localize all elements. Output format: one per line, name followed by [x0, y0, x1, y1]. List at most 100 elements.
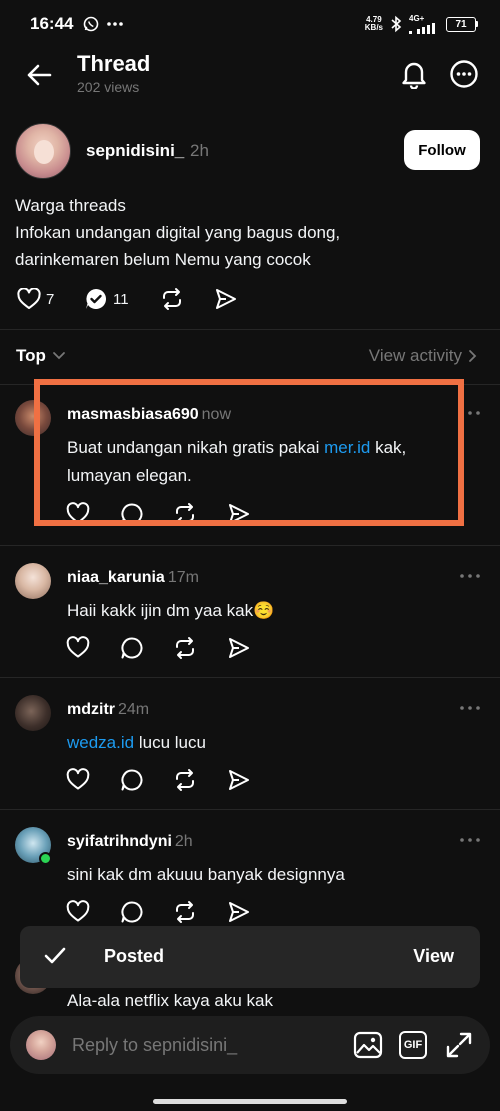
reply-actions: [66, 636, 266, 660]
more-options-button[interactable]: [447, 57, 481, 91]
image-icon: [353, 1031, 383, 1059]
view-activity-label: View activity: [368, 346, 462, 365]
divider: [0, 809, 500, 810]
battery-icon: 71: [446, 16, 478, 32]
divider: [0, 677, 500, 678]
more-notifications-icon: [107, 22, 124, 26]
reply-composer: GIF: [10, 1016, 490, 1074]
repost-icon[interactable]: [173, 636, 197, 660]
post-actions: 7 11: [15, 286, 485, 312]
online-status-dot: [39, 852, 52, 865]
gif-icon: GIF: [399, 1031, 427, 1059]
reply-username[interactable]: syifatrihndyni: [67, 833, 172, 850]
post-text-line: darinkemaren belum Nemu yang cocok: [15, 250, 311, 269]
post-text-line: Infokan undangan digital yang bagus dong…: [15, 223, 341, 242]
comment-icon[interactable]: [120, 900, 144, 924]
status-notification-icons: [83, 16, 124, 32]
view-count: 202 views: [77, 79, 140, 95]
post-time: 2h: [190, 141, 209, 160]
sort-label: Top: [16, 346, 46, 365]
network-type: 4G+: [409, 13, 425, 23]
chevron-right-icon: [469, 350, 477, 362]
checkmark-icon: [44, 947, 66, 964]
reply-more-button[interactable]: [458, 699, 482, 717]
sort-dropdown[interactable]: Top: [16, 346, 66, 366]
status-right: 4.79 KB/s 4G+ 71: [365, 13, 478, 34]
status-bar: 16:44 4.79 KB/s 4G+ 71: [0, 0, 500, 48]
send-icon[interactable]: [227, 900, 251, 924]
heart-icon[interactable]: [66, 768, 90, 792]
avatar[interactable]: [15, 123, 71, 179]
status-time: 16:44: [30, 14, 74, 33]
like-count: 7: [46, 290, 55, 308]
divider: [0, 329, 500, 330]
reply-bubble-filled-icon: [86, 289, 106, 309]
send-icon[interactable]: [227, 768, 251, 792]
like-button[interactable]: 7: [17, 286, 54, 312]
reply-actions: [66, 768, 266, 792]
sort-row: Top View activity: [0, 343, 500, 371]
toast-view-button[interactable]: View: [413, 946, 454, 967]
home-indicator[interactable]: [153, 1099, 347, 1104]
reply-text-before: Haii kakk ijin dm yaa kak☺️: [67, 601, 275, 620]
reply-link[interactable]: wedza.id: [67, 733, 134, 752]
repost-icon[interactable]: [173, 900, 197, 924]
more-circle-icon: [450, 60, 478, 88]
comment-icon[interactable]: [120, 636, 144, 660]
expand-button[interactable]: [443, 1029, 475, 1061]
signal-icon: [409, 22, 435, 34]
back-button[interactable]: [22, 58, 56, 92]
expand-icon: [446, 1032, 472, 1058]
more-horizontal-icon: [460, 574, 480, 578]
notifications-button[interactable]: [397, 57, 431, 91]
post-username[interactable]: sepnidisini_: [86, 141, 184, 161]
page-title: Thread: [77, 51, 151, 76]
comment-icon[interactable]: [120, 768, 144, 792]
back-arrow-icon: [27, 64, 52, 86]
heart-icon[interactable]: [66, 636, 90, 660]
reply-text: wedza.id lucu lucu: [67, 729, 467, 757]
reply-text-before: sini kak dm akuuu banyak designnya: [67, 865, 345, 884]
more-horizontal-icon: [460, 706, 480, 710]
thread-header: Thread 202 views: [0, 48, 500, 102]
image-button[interactable]: [352, 1029, 384, 1061]
reply-header: syifatrihndyni 2h: [67, 833, 193, 851]
repost-icon: [163, 288, 181, 310]
reply-count-button[interactable]: 11: [84, 286, 129, 312]
reply-more-button[interactable]: [458, 567, 482, 585]
reply-time: 2h: [174, 833, 193, 850]
whatsapp-icon: [84, 16, 99, 32]
avatar[interactable]: [15, 695, 51, 731]
reply-text: Haii kakk ijin dm yaa kak☺️: [67, 597, 467, 625]
net-speed: 4.79 KB/s: [365, 16, 383, 32]
reply-username[interactable]: niaa_karunia: [67, 569, 165, 586]
view-activity-link[interactable]: View activity: [369, 346, 478, 366]
reply-more-button[interactable]: [458, 831, 482, 849]
send-icon[interactable]: [227, 636, 251, 660]
bluetooth-icon: [391, 15, 402, 33]
follow-button[interactable]: Follow: [404, 130, 480, 170]
avatar[interactable]: [15, 563, 51, 599]
heart-icon[interactable]: [66, 900, 90, 924]
reply-header: mdzitr 24m: [67, 701, 149, 719]
heart-icon: [17, 288, 41, 309]
bell-icon: [402, 62, 426, 89]
share-button[interactable]: [214, 286, 238, 312]
reply-text-after: lucu lucu: [134, 733, 206, 752]
repost-icon[interactable]: [173, 768, 197, 792]
divider: [0, 545, 500, 546]
battery-level: 71: [455, 18, 467, 30]
reply-time: 24m: [118, 701, 150, 718]
gif-button[interactable]: GIF: [397, 1029, 429, 1061]
send-icon: [216, 289, 236, 309]
signal-group: 4G+: [409, 13, 439, 34]
post-text: Warga threads Infokan undangan digital y…: [15, 192, 485, 273]
posted-toast: Posted View: [20, 926, 480, 988]
gif-label: GIF: [403, 1039, 423, 1051]
avatar[interactable]: [15, 827, 52, 865]
reply-input[interactable]: [72, 1032, 342, 1058]
reply-count: 11: [113, 290, 129, 308]
reply-text-before: Ala-ala netflix kaya aku kak: [67, 991, 273, 1010]
repost-button[interactable]: [160, 286, 184, 312]
reply-username[interactable]: mdzitr: [67, 701, 115, 718]
